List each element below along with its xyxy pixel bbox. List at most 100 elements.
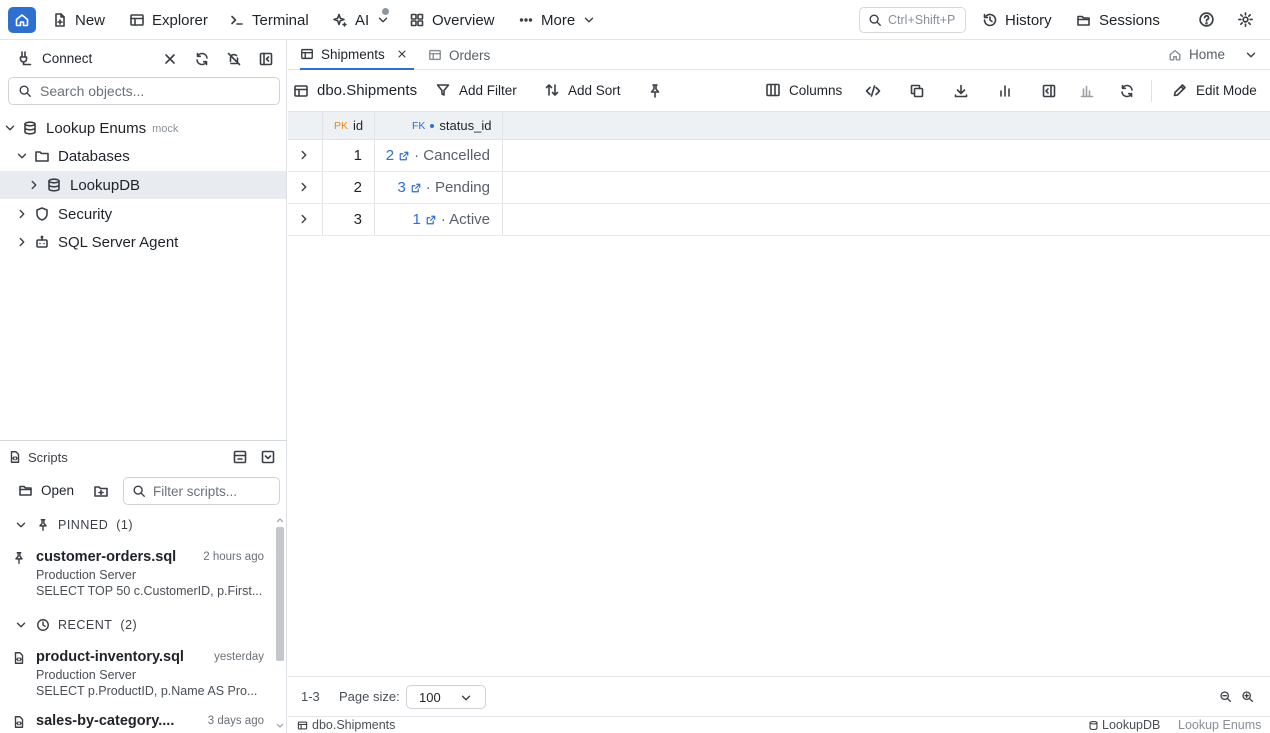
chevron-right-icon[interactable] <box>297 180 311 194</box>
history-icon <box>983 13 997 27</box>
column-divider <box>502 140 503 171</box>
table-row[interactable]: 2 3 · Pending <box>288 172 1270 204</box>
tree-connection-lookup-enums[interactable]: Lookup Enums mock <box>0 114 286 142</box>
status-connection: Lookup Enums <box>1178 718 1262 732</box>
columns-button[interactable]: Columns <box>765 82 842 98</box>
script-item-product-inventory[interactable]: product-inventory.sql yesterday Producti… <box>12 649 264 701</box>
recent-section-header[interactable]: RECENT (2) <box>14 618 137 632</box>
folder-open-icon <box>19 485 32 496</box>
home-button[interactable] <box>8 7 36 33</box>
explorer-button[interactable]: Explorer <box>129 8 208 32</box>
more-button[interactable]: More <box>518 8 596 32</box>
object-search-input[interactable]: Search objects... <box>8 77 280 105</box>
bar-chart-icon[interactable] <box>997 83 1013 99</box>
pinned-section-header[interactable]: PINNED (1) <box>14 518 133 532</box>
cell-status-id[interactable]: 1 · Active <box>412 211 490 228</box>
fk-value[interactable]: 1 <box>412 211 420 228</box>
cell-status-id[interactable]: 3 · Pending <box>397 179 490 196</box>
close-icon[interactable] <box>396 48 408 60</box>
column-header-id[interactable]: PK id <box>334 118 363 133</box>
chevron-down-icon[interactable] <box>3 121 17 135</box>
script-item-customer-orders[interactable]: customer-orders.sql 2 hours ago Producti… <box>12 549 264 601</box>
connect-row: Connect <box>0 40 286 76</box>
column-divider <box>502 112 503 139</box>
cell-id[interactable]: 1 <box>354 147 362 164</box>
tree-sql-server-agent[interactable]: SQL Server Agent <box>0 228 286 256</box>
scroll-down-icon[interactable] <box>276 723 284 729</box>
zoom-in-icon[interactable] <box>1241 690 1254 703</box>
column-divider <box>502 172 503 203</box>
download-icon[interactable] <box>953 83 969 99</box>
tab-orders[interactable]: Orders <box>428 40 490 70</box>
chevron-right-icon[interactable] <box>15 207 29 221</box>
chevron-right-icon[interactable] <box>27 178 41 192</box>
disconnect-icon[interactable] <box>162 51 178 67</box>
external-link-icon[interactable] <box>410 182 422 194</box>
help-icon[interactable] <box>1198 11 1215 28</box>
table-row[interactable]: 3 1 · Active <box>288 204 1270 236</box>
ai-label: AI <box>355 11 370 29</box>
fk-value[interactable]: 3 <box>397 179 405 196</box>
chevron-right-icon[interactable] <box>15 235 29 249</box>
scroll-up-icon[interactable] <box>276 517 284 523</box>
pin-icon[interactable] <box>647 83 663 99</box>
scripts-scrollbar[interactable] <box>275 517 285 733</box>
cell-id[interactable]: 2 <box>354 179 362 196</box>
external-link-icon[interactable] <box>425 214 437 226</box>
security-label: Security <box>58 205 113 223</box>
columns-label: Columns <box>789 82 843 98</box>
object-search-placeholder: Search objects... <box>40 83 145 99</box>
add-sort-button[interactable]: Add Sort <box>544 82 621 98</box>
connect-button[interactable]: Connect <box>18 50 92 66</box>
search-icon <box>133 485 145 497</box>
refresh-icon[interactable] <box>1119 83 1135 99</box>
collapse-panel-icon[interactable] <box>258 51 274 67</box>
scripts-panel: Scripts Open Filter scripts... PINNED (1… <box>0 440 287 733</box>
edit-mode-button[interactable]: Edit Mode <box>1172 82 1257 98</box>
home-label: Home <box>1188 47 1225 62</box>
bell-off-icon[interactable] <box>226 51 242 67</box>
sessions-button[interactable]: Sessions <box>1076 8 1160 32</box>
chevron-right-icon[interactable] <box>297 212 311 226</box>
tab-shipments[interactable]: Shipments <box>300 40 414 70</box>
zoom-out-icon[interactable] <box>1219 690 1232 703</box>
external-link-icon[interactable] <box>398 150 410 162</box>
copy-icon[interactable] <box>909 83 925 99</box>
pinned-label: PINNED <box>58 518 109 532</box>
top-bar: New Explorer Terminal AI Overview More C… <box>0 0 1270 40</box>
tree-database-lookupdb[interactable]: LookupDB <box>0 171 286 199</box>
script-filter-input[interactable]: Filter scripts... <box>123 477 280 505</box>
expand-all-icon[interactable] <box>260 449 276 465</box>
overview-button[interactable]: Overview <box>409 8 495 32</box>
side-panel-icon[interactable] <box>1041 83 1057 99</box>
tree-security[interactable]: Security <box>0 200 286 228</box>
settings-gear-icon[interactable] <box>1237 11 1254 28</box>
new-button[interactable]: New <box>52 8 105 32</box>
new-folder-icon[interactable] <box>93 483 109 499</box>
script-item-sales-by-category[interactable]: sales-by-category.... 3 days ago <box>12 713 264 733</box>
column-divider <box>374 140 375 171</box>
terminal-button[interactable]: Terminal <box>229 8 309 32</box>
code-icon[interactable] <box>865 83 881 99</box>
column-divider <box>374 172 375 203</box>
cell-status-id[interactable]: 2 · Cancelled <box>386 147 490 164</box>
tree-databases[interactable]: Databases <box>0 142 286 170</box>
home-dropdown[interactable]: Home <box>1168 47 1258 62</box>
page-size-select[interactable]: 100 <box>406 685 486 709</box>
chevron-down-icon[interactable] <box>15 149 29 163</box>
fk-indicator-dot <box>430 123 435 128</box>
column-chart-icon[interactable] <box>1079 83 1095 99</box>
cell-id[interactable]: 3 <box>354 211 362 228</box>
column-header-status-id[interactable]: FK status_id <box>412 118 491 133</box>
command-search[interactable]: Ctrl+Shift+P <box>859 7 966 33</box>
scroll-thumb[interactable] <box>276 527 284 661</box>
collapse-all-icon[interactable] <box>232 449 248 465</box>
chevron-right-icon[interactable] <box>297 148 311 162</box>
history-button[interactable]: History <box>982 8 1052 32</box>
open-script-button[interactable]: Open <box>18 482 74 498</box>
fk-value[interactable]: 2 <box>386 147 394 164</box>
table-row[interactable]: 1 2 · Cancelled <box>288 140 1270 172</box>
add-filter-button[interactable]: Add Filter <box>435 82 517 98</box>
refresh-icon[interactable] <box>194 51 210 67</box>
scripts-title: Scripts <box>28 450 68 465</box>
